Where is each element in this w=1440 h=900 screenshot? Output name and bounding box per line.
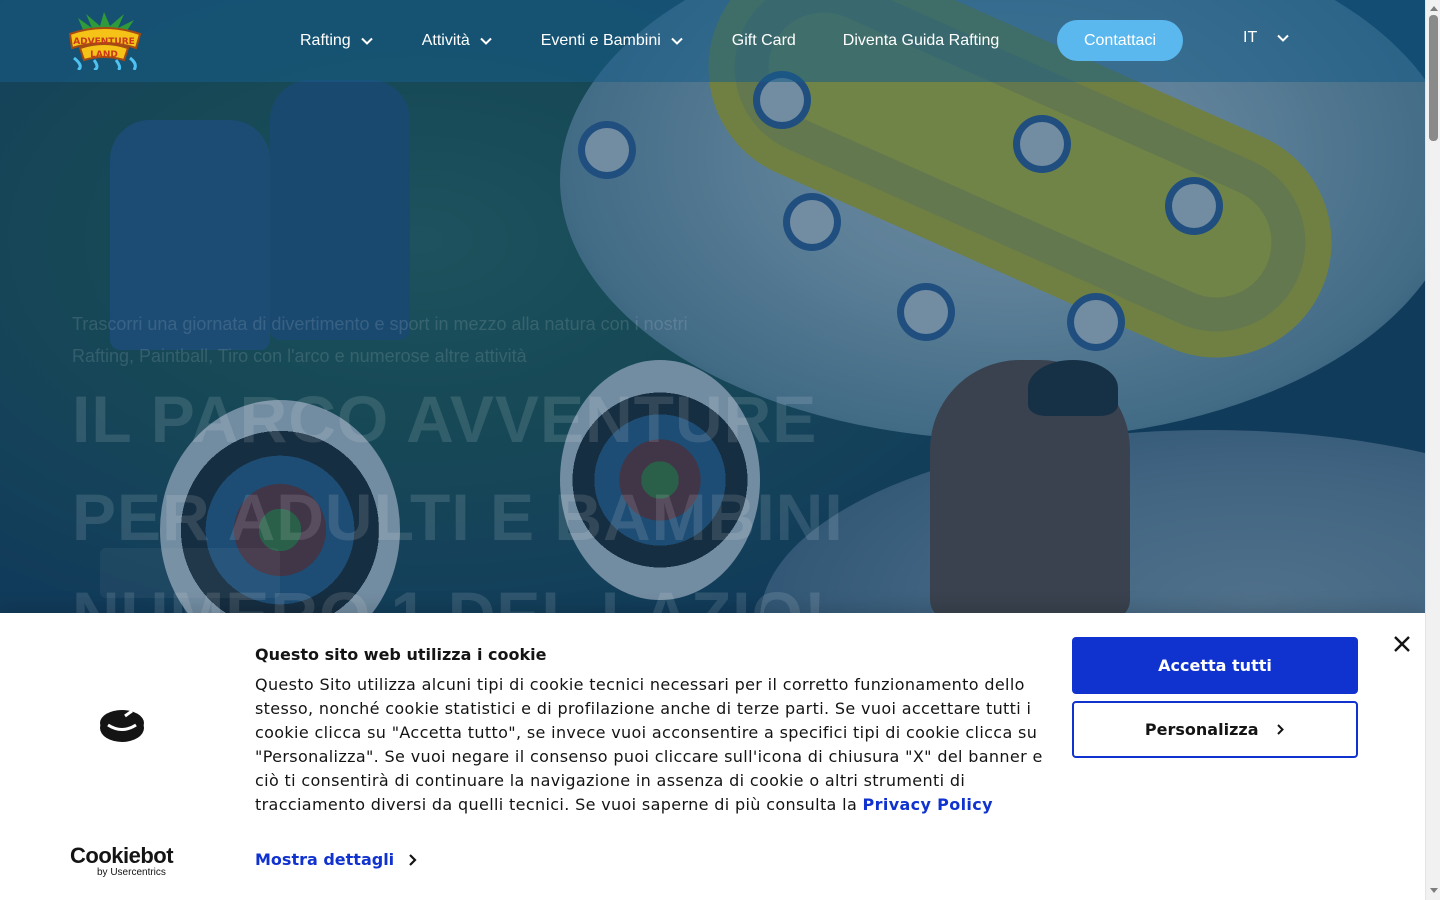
chevron-right-icon bbox=[409, 853, 417, 866]
hero-cta-button[interactable] bbox=[100, 548, 280, 598]
scroll-down-arrow-icon[interactable] bbox=[1430, 888, 1438, 893]
close-icon[interactable] bbox=[1392, 634, 1412, 654]
chevron-down-icon bbox=[1277, 34, 1289, 42]
nav-item-label: Gift Card bbox=[731, 32, 796, 49]
language-label: IT bbox=[1243, 29, 1258, 46]
contact-button[interactable]: Contattaci bbox=[1057, 20, 1183, 61]
adventure-land-logo-icon: ADVENTURE LAND bbox=[68, 12, 142, 72]
scrollbar-thumb[interactable] bbox=[1429, 15, 1438, 141]
hero-lead: Trascorri una giornata di divertimento e… bbox=[72, 314, 688, 366]
nav-item-label: Diventa Guida Rafting bbox=[842, 32, 1000, 49]
cookie-body: Questo Sito utilizza alcuni tipi di cook… bbox=[255, 673, 1055, 817]
accept-all-button[interactable]: Accetta tutti bbox=[1072, 637, 1358, 694]
cookiebot-brand-sub: by Usercentrics bbox=[97, 867, 166, 878]
cookie-title: Questo sito web utilizza i cookie bbox=[255, 645, 547, 664]
nav-item-diventa-guida[interactable]: Diventa Guida Rafting bbox=[843, 32, 1000, 50]
nav-item-eventi-bambini[interactable]: Eventi e Bambini bbox=[541, 32, 685, 50]
nav-item-rafting[interactable]: Rafting bbox=[300, 32, 375, 50]
chevron-right-icon bbox=[1277, 724, 1284, 735]
show-details-label: Mostra dettagli bbox=[255, 850, 395, 869]
language-selector[interactable]: IT bbox=[1243, 29, 1291, 47]
show-details-link[interactable]: Mostra dettagli bbox=[255, 850, 418, 869]
customize-label: Personalizza bbox=[1144, 720, 1259, 739]
svg-text:ADVENTURE: ADVENTURE bbox=[73, 37, 135, 47]
cookie-body-text: Questo Sito utilizza alcuni tipi di cook… bbox=[255, 675, 1043, 814]
site-logo[interactable]: ADVENTURE LAND bbox=[64, 12, 144, 72]
chevron-down-icon bbox=[480, 37, 492, 45]
nav-item-label: Rafting bbox=[300, 32, 351, 49]
nav-item-label: Eventi e Bambini bbox=[540, 32, 661, 49]
chevron-down-icon bbox=[671, 37, 683, 45]
nav-item-attivita[interactable]: Attività bbox=[422, 32, 494, 50]
customize-button[interactable]: Personalizza bbox=[1072, 701, 1358, 758]
site-header: ADVENTURE LAND Rafting Attività Eventi e… bbox=[0, 0, 1425, 82]
nav-item-label: Attività bbox=[421, 32, 470, 49]
page-scrollbar[interactable] bbox=[1425, 0, 1440, 900]
cookiebot-logo-icon bbox=[100, 709, 144, 742]
viewport: Trascorri una giornata di divertimento e… bbox=[0, 0, 1425, 900]
main-nav: Rafting Attività Eventi e Bambini Gift C… bbox=[300, 0, 1046, 82]
cookiebot-brand: Cookiebot bbox=[70, 843, 174, 868]
scroll-up-arrow-icon[interactable] bbox=[1430, 6, 1438, 11]
privacy-policy-link[interactable]: Privacy Policy bbox=[863, 795, 993, 814]
svg-text:LAND: LAND bbox=[90, 50, 118, 60]
nav-item-gift-card[interactable]: Gift Card bbox=[732, 32, 796, 50]
chevron-down-icon bbox=[360, 37, 373, 45]
cookiebot-wordmark: Cookiebot by Usercentrics bbox=[70, 844, 174, 878]
